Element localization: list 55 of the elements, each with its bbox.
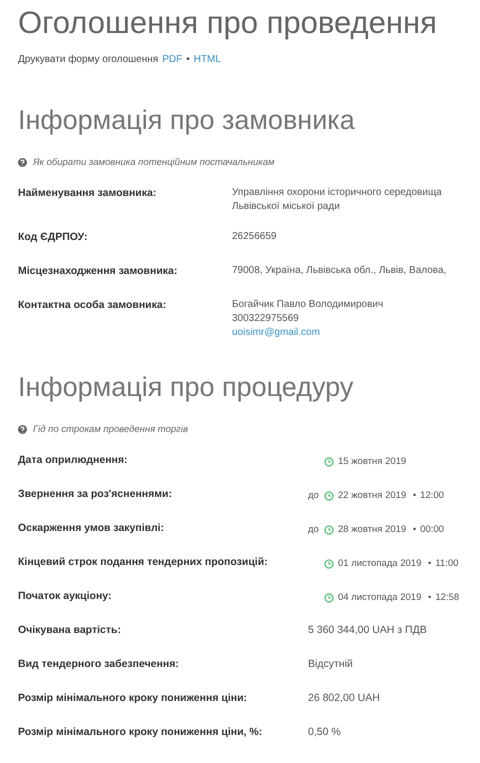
field-label: Кінцевий строк подання тендерних пропозицій: <box>18 555 269 570</box>
date-value: 04 листопада 2019 <box>338 591 422 605</box>
time-value: 12:58 <box>435 591 460 605</box>
field-label: Розмір мінімального кроку пониження ціни: <box>18 691 248 706</box>
field-value: 26 802,00 UAH <box>308 691 381 706</box>
page-title: Оголошення про проведення <box>18 4 438 42</box>
field-label: Очікувана вартість: <box>18 623 122 638</box>
field-value: Відсутній <box>308 657 354 672</box>
hint-link[interactable]: Як обирати замовника потенційним постачальникам <box>33 157 275 168</box>
separator-dot: • <box>427 557 432 571</box>
email-link[interactable]: uoisimr@gmail.com <box>232 326 462 340</box>
field-value: 79008, Україна, Львівська обл., Львів, Валова, <box>232 264 448 278</box>
time-value: 00:00 <box>420 523 444 537</box>
separator-dot: • <box>186 54 190 65</box>
section-heading: Інформація про процедуру <box>18 371 354 404</box>
print-link[interactable]: HTML <box>194 54 221 65</box>
clock-icon <box>324 559 334 569</box>
prefix-text: до <box>308 490 319 501</box>
time-value: 11:00 <box>435 557 458 571</box>
field-value: 5 360 344,00 UAH з ПДВ <box>308 623 428 638</box>
date-value: 28 жовтня 2019 <box>338 523 406 537</box>
field-label: Контактна особа замовника: <box>18 298 168 313</box>
field-value: 0,50 % <box>308 725 342 740</box>
hint-link[interactable]: Гід по строкам проведення торгів <box>33 424 188 435</box>
separator-dot: • <box>412 523 416 537</box>
field-label: Дата оприлюднення: <box>18 453 128 468</box>
field-label: Код ЄДРПОУ: <box>18 230 88 245</box>
date-value: 01 листопада 2019 <box>338 557 422 571</box>
separator-dot: • <box>412 489 416 503</box>
field-label: Звернення за роз'ясненнями: <box>18 487 173 502</box>
date-value: 15 жовтня 2019 <box>338 455 406 469</box>
field-label: Найменування замовника: <box>18 186 158 201</box>
help-icon <box>18 425 27 434</box>
field-value: Львівської міської ради <box>232 200 341 214</box>
clock-icon <box>324 491 334 501</box>
field-label: Початок аукціону: <box>18 589 112 604</box>
clock-icon <box>324 525 334 535</box>
field-value: Богайчик Павло Володимирович <box>232 298 384 312</box>
field-value: 26256659 <box>232 230 278 244</box>
section-heading: Інформація про замовника <box>18 104 356 137</box>
clock-icon <box>324 457 334 467</box>
help-icon <box>18 158 27 167</box>
field-label: Вид тендерного забезпечення: <box>18 657 180 672</box>
field-value: 300322975569 <box>232 312 300 326</box>
print-label: Друкувати форму оголошення <box>18 54 158 65</box>
field-value: Управління охорони історичного середовища <box>232 186 443 200</box>
time-value: 12:00 <box>420 489 444 503</box>
separator-dot: • <box>427 591 432 605</box>
field-label: Розмір мінімального кроку пониження ціни, %: <box>18 725 264 740</box>
date-value: 22 жовтня 2019 <box>338 489 406 503</box>
clock-icon <box>324 593 334 603</box>
prefix-text: до <box>308 524 319 535</box>
print-link[interactable]: PDF <box>162 54 182 65</box>
field-label: Оскарження умов закупівлі: <box>18 521 166 536</box>
field-label: Місцезнаходження замовника: <box>18 264 178 279</box>
